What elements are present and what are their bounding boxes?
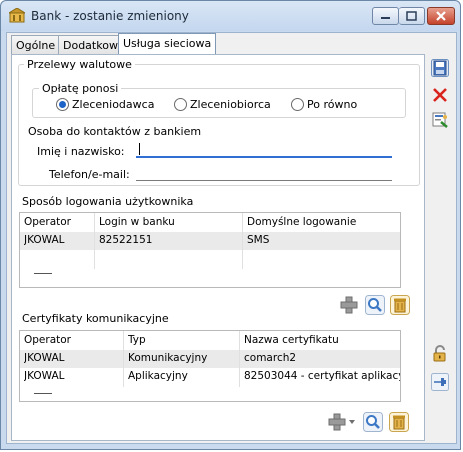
text-caret: [139, 143, 140, 155]
trash-icon[interactable]: [390, 295, 410, 315]
login-cell-login: 82522151: [99, 234, 153, 246]
radio-payer[interactable]: [56, 98, 69, 111]
radio-payee-label[interactable]: Zleceniobiorca: [190, 98, 271, 111]
new-row-marker[interactable]: [34, 273, 52, 274]
trash-icon[interactable]: [389, 412, 409, 432]
login-cell-operator: JKOWAL: [24, 234, 65, 246]
bank-window: Bank - zostanie zmieniony Ogólne Dodatko…: [0, 0, 461, 450]
certificates-cell-name: comarch2: [244, 352, 297, 364]
certificates-col-name[interactable]: Nazwa certyfikatu: [244, 334, 339, 346]
unlock-icon[interactable]: [431, 345, 449, 363]
table-row[interactable]: [20, 350, 400, 368]
add-icon[interactable]: [327, 412, 347, 432]
tab-general[interactable]: Ogólne: [11, 35, 61, 55]
contact-heading: Osoba do kontaktów z bankiem: [28, 125, 202, 138]
certificates-table-header: [20, 331, 400, 351]
login-col-login[interactable]: Login w banku: [99, 216, 175, 228]
save-icon[interactable]: [431, 59, 449, 77]
name-label: Imię i nazwisko:: [37, 145, 125, 158]
name-input[interactable]: [136, 142, 392, 158]
maximize-button[interactable]: [399, 7, 425, 25]
table-row[interactable]: [20, 232, 400, 250]
minimize-button[interactable]: [372, 7, 399, 25]
bank-icon: [9, 8, 25, 23]
search-icon[interactable]: [363, 412, 383, 432]
login-table[interactable]: Operator Login w banku Domyślne logowani…: [19, 212, 401, 288]
certificates-cell-name: 82503044 - certyfikat aplikacyjny: [244, 370, 400, 382]
form-icon[interactable]: [431, 111, 449, 129]
certificates-cell-type: Aplikacyjny: [128, 370, 188, 382]
radio-equal[interactable]: [291, 98, 304, 111]
radio-payee[interactable]: [174, 98, 187, 111]
dropdown-arrow-icon[interactable]: [349, 420, 355, 424]
cancel-icon[interactable]: [431, 86, 449, 104]
pin-icon[interactable]: [431, 373, 449, 391]
fee-group-label: Opłatę ponosi: [39, 82, 122, 95]
window-client-area: Ogólne Dodatkowe Usługa sieciowa Przelew…: [6, 32, 457, 444]
search-icon[interactable]: [365, 295, 385, 315]
close-button[interactable]: [427, 7, 455, 25]
certificates-col-operator[interactable]: Operator: [24, 334, 71, 346]
certificates-col-type[interactable]: Typ: [128, 334, 146, 346]
maximize-icon: [406, 11, 417, 21]
column-separator: [94, 213, 95, 269]
certificates-table[interactable]: Operator Typ Nazwa certyfikatu JKOWAL Ko…: [19, 330, 401, 402]
certificates-cell-operator: JKOWAL: [24, 370, 65, 382]
login-section-label: Sposób logowania użytkownika: [22, 195, 194, 208]
certificates-cell-operator: JKOWAL: [24, 352, 65, 364]
certificates-cell-type: Komunikacyjny: [128, 352, 208, 364]
add-icon[interactable]: [339, 295, 359, 315]
new-row-marker[interactable]: [34, 393, 52, 394]
close-icon: [436, 11, 446, 21]
login-col-default[interactable]: Domyślne logowanie: [247, 216, 356, 228]
radio-equal-label[interactable]: Po równo: [307, 98, 357, 111]
login-cell-default: SMS: [247, 234, 270, 246]
window-title: Bank - zostanie zmieniony: [31, 9, 189, 23]
transfers-group-label: Przelewy walutowe: [24, 58, 135, 71]
tab-web-service[interactable]: Usługa sieciowa: [118, 33, 217, 55]
column-separator: [123, 331, 124, 387]
certificates-section-label: Certyfikaty komunikacyjne: [22, 312, 169, 325]
phone-input[interactable]: [136, 165, 392, 181]
title-bar[interactable]: Bank - zostanie zmieniony: [1, 1, 460, 31]
login-col-operator[interactable]: Operator: [24, 216, 71, 228]
column-separator: [242, 213, 243, 269]
radio-payer-label[interactable]: Zleceniodawca: [72, 98, 154, 111]
column-separator: [239, 331, 240, 387]
minimize-icon: [381, 17, 390, 19]
phone-label: Telefon/e-mail:: [49, 168, 130, 181]
tab-panel: Przelewy walutowe Opłatę ponosi Zlecenio…: [11, 54, 425, 441]
